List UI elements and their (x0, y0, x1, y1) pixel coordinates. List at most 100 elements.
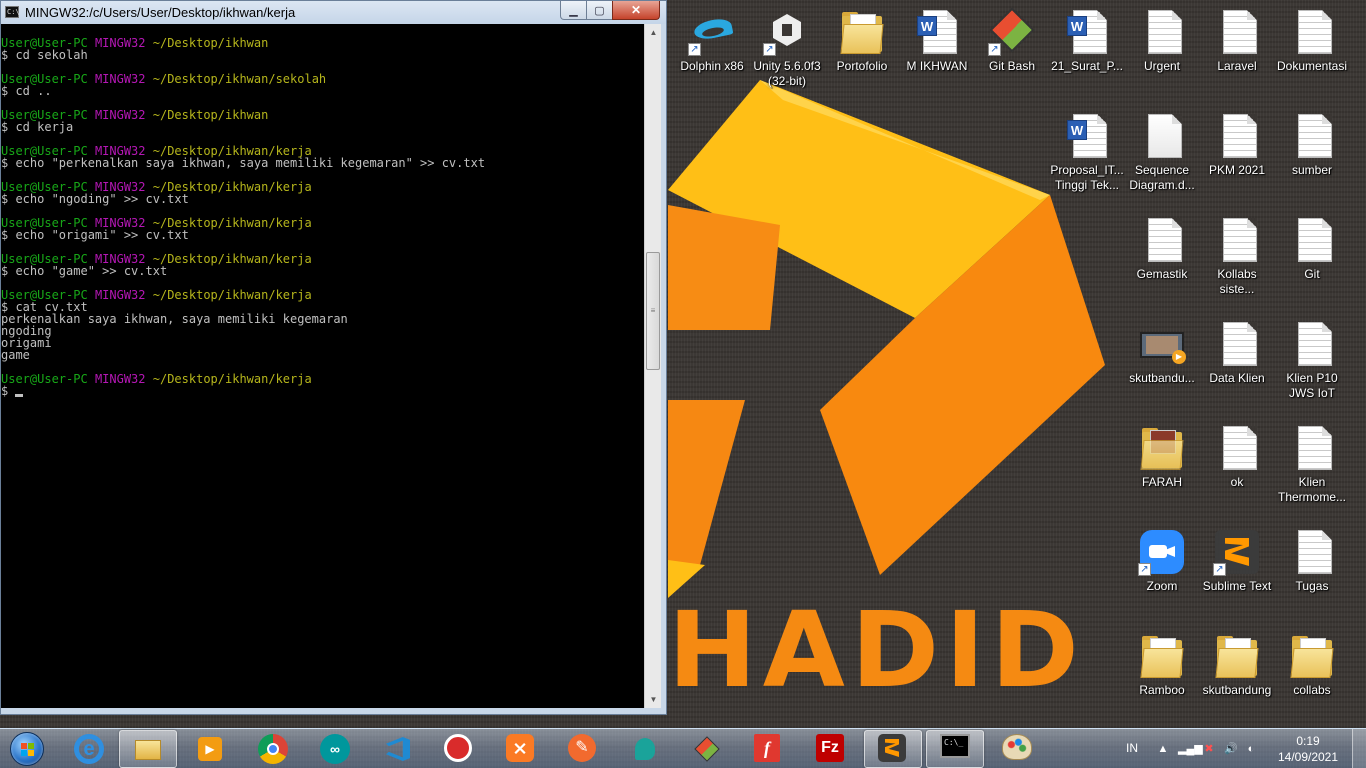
desktop-icon[interactable]: Portofolio (824, 8, 900, 74)
start-button[interactable] (4, 730, 50, 768)
taskbar-button[interactable]: f (740, 730, 798, 768)
desktop-icon-label: PKM 2021 (1208, 163, 1266, 177)
desktop-icon-label: Kollabs siste... (1217, 267, 1257, 296)
taskbar-button[interactable]: e (60, 730, 118, 768)
desktop-icon-label: skutbandu... (1129, 371, 1195, 385)
desktop-icon[interactable]: ↗ Git Bash (974, 7, 1050, 74)
taskbar-button[interactable] (430, 730, 488, 768)
output-line: game (1, 348, 30, 362)
prompt-path: ~/Desktop/ikhwan (152, 36, 269, 50)
network-error-icon[interactable]: ✖ (1202, 742, 1216, 756)
desktop-icon[interactable]: Git (1274, 216, 1350, 282)
shortcut-arrow-icon: ↗ (688, 43, 701, 56)
filezilla-icon: Fz (816, 734, 846, 764)
taskbar-button[interactable] (616, 730, 674, 768)
desktop-icon[interactable]: Data Klien (1199, 320, 1275, 386)
windows-logo-icon (10, 732, 44, 766)
desktop-icon[interactable]: ↗ Sublime Text (1199, 528, 1275, 594)
desktop-icon[interactable]: Ramboo (1124, 632, 1200, 698)
desktop-icon[interactable]: ok (1199, 424, 1275, 490)
desktop-icon-label: Laravel (1217, 59, 1257, 73)
show-hidden-icon[interactable]: ▲ (1156, 742, 1170, 756)
desktop-icon[interactable]: W 21_Surat_P... (1049, 8, 1125, 74)
desktop-icon[interactable]: collabs (1274, 632, 1350, 698)
taskbar-button[interactable] (368, 730, 426, 768)
taskbar-button[interactable]: Fz (802, 730, 860, 768)
language-indicator[interactable]: IN (1126, 741, 1138, 755)
file-explorer-icon (133, 734, 163, 764)
clock[interactable]: 0:19 14/09/2021 (1276, 733, 1340, 765)
scroll-thumb[interactable]: ≡ (646, 252, 660, 370)
desktop-icon[interactable]: Laravel (1199, 8, 1275, 74)
command-line: $ cd sekolah (1, 48, 88, 62)
prompt-path: ~/Desktop/ikhwan/kerja (152, 372, 312, 386)
desktop-icon[interactable]: Klien Thermome... (1274, 424, 1350, 505)
desktop-icon[interactable]: Urgent (1124, 8, 1200, 74)
desktop-icon[interactable]: Dokumentasi (1274, 8, 1350, 74)
desktop-icon-label: Sublime Text (1202, 579, 1272, 593)
desktop-icon[interactable]: ▶ skutbandu... (1124, 320, 1200, 386)
maximize-button[interactable]: ▢ (586, 1, 613, 20)
taskbar-button[interactable] (678, 730, 736, 768)
taskbar-button[interactable]: ⨯ (492, 730, 550, 768)
prompt-line: User@User-PC MINGW32 ~/Desktop/ikhwan/ke… (1, 289, 644, 301)
desktop-icon[interactable]: Sequence Diagram.d... (1124, 112, 1200, 193)
close-button[interactable]: ✕ (612, 1, 660, 20)
desktop-icon[interactable]: FARAH (1124, 424, 1200, 490)
internet-explorer-icon: e (74, 734, 104, 764)
shortcut-arrow-icon: ↗ (1138, 563, 1151, 576)
desktop-icon[interactable]: skutbandung (1199, 632, 1275, 698)
file-icon (1288, 216, 1336, 264)
desktop-icon[interactable]: Kollabs siste... (1199, 216, 1275, 297)
file-icon (1213, 320, 1261, 368)
desktop-icon[interactable]: ↗ Zoom (1124, 528, 1200, 594)
taskbar-button[interactable] (244, 730, 302, 768)
taskbar-button[interactable]: C:\_ (926, 730, 984, 768)
app-red-icon (444, 734, 474, 764)
taskbar-button[interactable] (864, 730, 922, 768)
command-line: $ cd .. (1, 84, 52, 98)
notification-icon[interactable]: ◐ (1244, 742, 1258, 756)
desktop-icon[interactable]: W M IKHWAN (899, 8, 975, 74)
taskbar-button[interactable] (119, 730, 177, 768)
desktop-icon-label: FARAH (1141, 475, 1182, 489)
desktop-icon-label: Gemastik (1136, 267, 1188, 281)
desktop-icon-label: sumber (1291, 163, 1332, 177)
scroll-up-arrow-icon[interactable]: ▲ (645, 24, 662, 41)
terminal-app-icon[interactable]: C:\ (5, 6, 20, 18)
volume-icon[interactable]: 🔊 (1224, 742, 1238, 756)
command-line: $ cd kerja (1, 120, 74, 134)
scroll-down-arrow-icon[interactable]: ▼ (645, 691, 662, 708)
title-bar[interactable]: C:\ MINGW32:/c/Users/User/Desktop/ikhwan… (1, 1, 666, 24)
desktop-icon[interactable]: Tugas (1274, 528, 1350, 594)
output-line: origami (1, 336, 52, 350)
taskbar-button[interactable]: ▶ (181, 730, 239, 768)
command-line: $ echo "game" >> cv.txt (1, 264, 168, 278)
desktop-icon-label: M IKHWAN (906, 59, 968, 73)
command-line: $ echo "origami" >> cv.txt (1, 228, 189, 242)
terminal-window[interactable]: C:\ MINGW32:/c/Users/User/Desktop/ikhwan… (0, 0, 667, 715)
desktop-icon[interactable]: Klien P10 JWS IoT (1274, 320, 1350, 401)
desktop-icon-label: Proposal_IT... Tinggi Tek... (1050, 163, 1124, 192)
taskbar-button[interactable] (988, 730, 1046, 768)
desktop-icon[interactable]: Gemastik (1124, 216, 1200, 282)
vscode-icon (382, 734, 412, 764)
clock-date: 14/09/2021 (1277, 750, 1339, 764)
taskbar-button[interactable]: ∞ (306, 730, 364, 768)
vertical-scrollbar[interactable]: ▲ ≡ ▼ (644, 24, 661, 708)
minimize-button[interactable]: ▁ (560, 1, 587, 20)
taskbar-button[interactable]: ✎ (554, 730, 612, 768)
network-signal-icon[interactable]: ▂▄▆ (1178, 742, 1203, 756)
terminal-output[interactable]: User@User-PC MINGW32 ~/Desktop/ikhwan $ c… (1, 24, 644, 708)
desktop-icon[interactable]: ↗ Dolphin x86 (674, 8, 750, 74)
desktop-icon[interactable]: PKM 2021 (1199, 112, 1275, 178)
desktop-icon[interactable]: sumber (1274, 112, 1350, 178)
prompt-user: User@User-PC (1, 372, 88, 386)
desktop-icon[interactable]: ↗ Unity 5.6.0f3 (32-bit) (749, 8, 825, 89)
desktop-icon[interactable]: W Proposal_IT... Tinggi Tek... (1049, 112, 1125, 193)
show-desktop-button[interactable] (1352, 729, 1366, 768)
prompt-line: User@User-PC MINGW32 ~/Desktop/ikhwan/ke… (1, 373, 644, 385)
logo-left-lower (668, 400, 745, 590)
output-line: ngoding (1, 324, 52, 338)
word-doc-icon: W (1063, 112, 1111, 160)
